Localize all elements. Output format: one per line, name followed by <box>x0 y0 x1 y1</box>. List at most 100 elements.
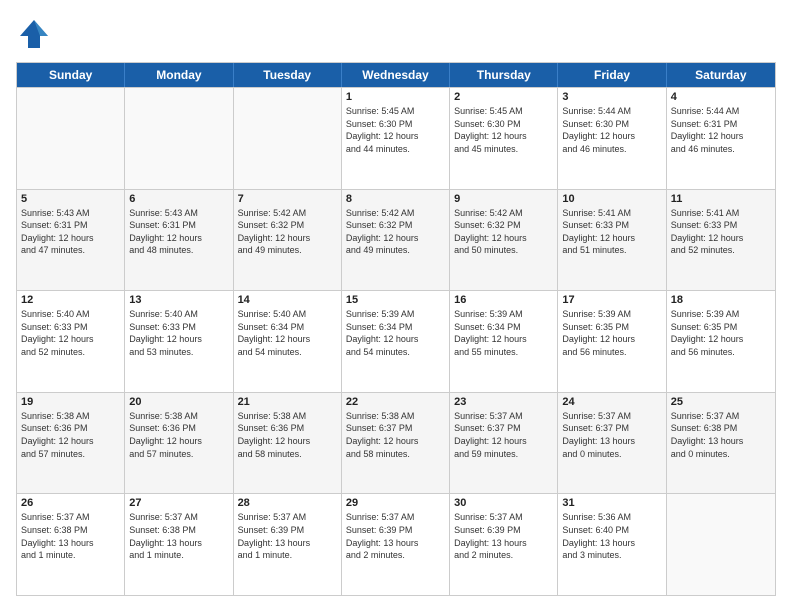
day-number: 5 <box>21 193 120 205</box>
day-info: Sunrise: 5:42 AM Sunset: 6:32 PM Dayligh… <box>346 207 445 257</box>
day-number: 2 <box>454 91 553 103</box>
calendar-cell-day-21: 21 Sunrise: 5:38 AM Sunset: 6:36 PM Dayli… <box>234 393 342 494</box>
day-number: 8 <box>346 193 445 205</box>
day-info: Sunrise: 5:37 AM Sunset: 6:37 PM Dayligh… <box>562 410 661 460</box>
day-number: 12 <box>21 294 120 306</box>
day-info: Sunrise: 5:41 AM Sunset: 6:33 PM Dayligh… <box>562 207 661 257</box>
day-info: Sunrise: 5:42 AM Sunset: 6:32 PM Dayligh… <box>454 207 553 257</box>
weekday-header-tuesday: Tuesday <box>234 63 342 87</box>
day-number: 26 <box>21 497 120 509</box>
day-info: Sunrise: 5:38 AM Sunset: 6:36 PM Dayligh… <box>21 410 120 460</box>
calendar-cell-empty <box>667 494 775 595</box>
day-number: 16 <box>454 294 553 306</box>
calendar-cell-day-17: 17Sunrise: 5:39 AM Sunset: 6:35 PM Dayli… <box>558 291 666 392</box>
weekday-header-thursday: Thursday <box>450 63 558 87</box>
day-info: Sunrise: 5:37 AM Sunset: 6:38 PM Dayligh… <box>21 511 120 561</box>
calendar-cell-day-8: 8 Sunrise: 5:42 AM Sunset: 6:32 PM Daylig… <box>342 190 450 291</box>
calendar-cell-day-11: 11 Sunrise: 5:41 AM Sunset: 6:33 PM Dayli… <box>667 190 775 291</box>
day-number: 19 <box>21 396 120 408</box>
day-number: 7 <box>238 193 337 205</box>
day-info: Sunrise: 5:36 AM Sunset: 6:40 PM Dayligh… <box>562 511 661 561</box>
day-info: Sunrise: 5:39 AM Sunset: 6:34 PM Dayligh… <box>346 308 445 358</box>
day-info: Sunrise: 5:44 AM Sunset: 6:30 PM Dayligh… <box>562 105 661 155</box>
page: SundayMondayTuesdayWednesdayThursdayFrid… <box>0 0 792 612</box>
day-info: Sunrise: 5:45 AM Sunset: 6:30 PM Dayligh… <box>454 105 553 155</box>
day-info: Sunrise: 5:37 AM Sunset: 6:39 PM Dayligh… <box>454 511 553 561</box>
calendar-cell-day-1: 1 Sunrise: 5:45 AM Sunset: 6:30 PM Daylig… <box>342 88 450 189</box>
day-number: 6 <box>129 193 228 205</box>
calendar-cell-day-20: 20 Sunrise: 5:38 AM Sunset: 6:36 PM Dayli… <box>125 393 233 494</box>
day-number: 3 <box>562 91 661 103</box>
calendar-cell-day-29: 29Sunrise: 5:37 AM Sunset: 6:39 PM Dayli… <box>342 494 450 595</box>
calendar-cell-day-6: 6Sunrise: 5:43 AM Sunset: 6:31 PM Daylig… <box>125 190 233 291</box>
day-info: Sunrise: 5:38 AM Sunset: 6:36 PM Dayligh… <box>129 410 228 460</box>
calendar-cell-day-18: 18Sunrise: 5:39 AM Sunset: 6:35 PM Dayli… <box>667 291 775 392</box>
calendar-cell-day-30: 30Sunrise: 5:37 AM Sunset: 6:39 PM Dayli… <box>450 494 558 595</box>
day-info: Sunrise: 5:40 AM Sunset: 6:34 PM Dayligh… <box>238 308 337 358</box>
day-number: 21 <box>238 396 337 408</box>
day-info: Sunrise: 5:37 AM Sunset: 6:38 PM Dayligh… <box>671 410 771 460</box>
calendar-cell-day-28: 28 Sunrise: 5:37 AM Sunset: 6:39 PM Dayli… <box>234 494 342 595</box>
calendar-cell-empty <box>17 88 125 189</box>
calendar-cell-day-4: 4 Sunrise: 5:44 AM Sunset: 6:31 PM Daylig… <box>667 88 775 189</box>
day-number: 13 <box>129 294 228 306</box>
day-info: Sunrise: 5:38 AM Sunset: 6:36 PM Dayligh… <box>238 410 337 460</box>
calendar-cell-day-15: 15Sunrise: 5:39 AM Sunset: 6:34 PM Dayli… <box>342 291 450 392</box>
day-number: 10 <box>562 193 661 205</box>
calendar-cell-day-27: 27Sunrise: 5:37 AM Sunset: 6:38 PM Dayli… <box>125 494 233 595</box>
calendar-cell-day-25: 25 Sunrise: 5:37 AM Sunset: 6:38 PM Dayli… <box>667 393 775 494</box>
calendar-row-0: 1 Sunrise: 5:45 AM Sunset: 6:30 PM Daylig… <box>17 87 775 189</box>
calendar-cell-day-16: 16 Sunrise: 5:39 AM Sunset: 6:34 PM Dayli… <box>450 291 558 392</box>
day-info: Sunrise: 5:39 AM Sunset: 6:34 PM Dayligh… <box>454 308 553 358</box>
day-info: Sunrise: 5:44 AM Sunset: 6:31 PM Dayligh… <box>671 105 771 155</box>
weekday-header-monday: Monday <box>125 63 233 87</box>
day-number: 14 <box>238 294 337 306</box>
day-info: Sunrise: 5:37 AM Sunset: 6:39 PM Dayligh… <box>238 511 337 561</box>
day-info: Sunrise: 5:40 AM Sunset: 6:33 PM Dayligh… <box>129 308 228 358</box>
calendar-cell-day-5: 5 Sunrise: 5:43 AM Sunset: 6:31 PM Daylig… <box>17 190 125 291</box>
weekday-header-friday: Friday <box>558 63 666 87</box>
weekday-header-sunday: Sunday <box>17 63 125 87</box>
day-number: 4 <box>671 91 771 103</box>
day-info: Sunrise: 5:45 AM Sunset: 6:30 PM Dayligh… <box>346 105 445 155</box>
day-number: 24 <box>562 396 661 408</box>
day-number: 18 <box>671 294 771 306</box>
calendar-row-3: 19 Sunrise: 5:38 AM Sunset: 6:36 PM Dayli… <box>17 392 775 494</box>
day-number: 23 <box>454 396 553 408</box>
day-info: Sunrise: 5:41 AM Sunset: 6:33 PM Dayligh… <box>671 207 771 257</box>
weekday-header-saturday: Saturday <box>667 63 775 87</box>
day-info: Sunrise: 5:38 AM Sunset: 6:37 PM Dayligh… <box>346 410 445 460</box>
logo-icon <box>16 16 52 52</box>
day-info: Sunrise: 5:42 AM Sunset: 6:32 PM Dayligh… <box>238 207 337 257</box>
day-number: 27 <box>129 497 228 509</box>
day-number: 20 <box>129 396 228 408</box>
day-number: 22 <box>346 396 445 408</box>
day-number: 11 <box>671 193 771 205</box>
calendar-cell-day-12: 12Sunrise: 5:40 AM Sunset: 6:33 PM Dayli… <box>17 291 125 392</box>
calendar-cell-day-14: 14 Sunrise: 5:40 AM Sunset: 6:34 PM Dayli… <box>234 291 342 392</box>
calendar-cell-empty <box>234 88 342 189</box>
calendar-cell-day-13: 13 Sunrise: 5:40 AM Sunset: 6:33 PM Dayli… <box>125 291 233 392</box>
day-info: Sunrise: 5:43 AM Sunset: 6:31 PM Dayligh… <box>21 207 120 257</box>
calendar-cell-day-2: 2 Sunrise: 5:45 AM Sunset: 6:30 PM Daylig… <box>450 88 558 189</box>
calendar-row-1: 5 Sunrise: 5:43 AM Sunset: 6:31 PM Daylig… <box>17 189 775 291</box>
day-number: 1 <box>346 91 445 103</box>
calendar-cell-day-24: 24 Sunrise: 5:37 AM Sunset: 6:37 PM Dayli… <box>558 393 666 494</box>
day-number: 28 <box>238 497 337 509</box>
calendar-row-2: 12 Sunrise: 5:40 AM Sunset: 6:33 PM Dayli… <box>17 290 775 392</box>
calendar-cell-day-23: 23Sunrise: 5:37 AM Sunset: 6:37 PM Dayli… <box>450 393 558 494</box>
calendar-cell-day-26: 26 Sunrise: 5:37 AM Sunset: 6:38 PM Dayli… <box>17 494 125 595</box>
calendar-cell-day-9: 9 Sunrise: 5:42 AM Sunset: 6:32 PM Daylig… <box>450 190 558 291</box>
day-info: Sunrise: 5:37 AM Sunset: 6:39 PM Dayligh… <box>346 511 445 561</box>
calendar: SundayMondayTuesdayWednesdayThursdayFrid… <box>16 62 776 596</box>
calendar-cell-day-19: 19 Sunrise: 5:38 AM Sunset: 6:36 PM Dayli… <box>17 393 125 494</box>
day-number: 25 <box>671 396 771 408</box>
calendar-cell-day-31: 31 Sunrise: 5:36 AM Sunset: 6:40 PM Dayli… <box>558 494 666 595</box>
day-info: Sunrise: 5:39 AM Sunset: 6:35 PM Dayligh… <box>562 308 661 358</box>
calendar-body: 1 Sunrise: 5:45 AM Sunset: 6:30 PM Daylig… <box>17 87 775 595</box>
day-number: 31 <box>562 497 661 509</box>
logo <box>16 16 56 52</box>
day-number: 9 <box>454 193 553 205</box>
calendar-cell-day-22: 22 Sunrise: 5:38 AM Sunset: 6:37 PM Dayli… <box>342 393 450 494</box>
calendar-cell-day-7: 7 Sunrise: 5:42 AM Sunset: 6:32 PM Daylig… <box>234 190 342 291</box>
